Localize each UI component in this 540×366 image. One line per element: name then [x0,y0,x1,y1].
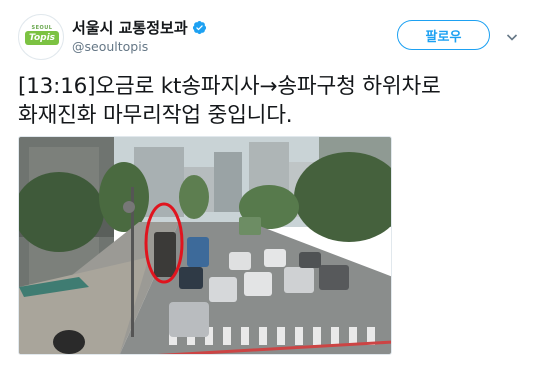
verified-badge-icon [192,20,206,35]
user-handle[interactable]: @seoultopis [72,39,148,54]
chevron-down-icon[interactable] [506,31,518,43]
tweet-text: [13:16]오금로 kt송파지사→송파구청 하위차로 화재진화 마무리작업 중… [18,74,441,128]
display-name-text[interactable]: 서울시 교통정보과 [72,17,188,38]
tweet-photo[interactable] [18,136,392,355]
avatar-logo-main: Topis [25,31,59,45]
profile-avatar[interactable]: SEOUL Topis [18,14,64,60]
follow-button[interactable]: 팔로우 [397,20,490,50]
topis-logo: SEOUL Topis [25,25,59,51]
traffic-camera-image [19,137,391,354]
display-name[interactable]: 서울시 교통정보과 [72,17,207,38]
